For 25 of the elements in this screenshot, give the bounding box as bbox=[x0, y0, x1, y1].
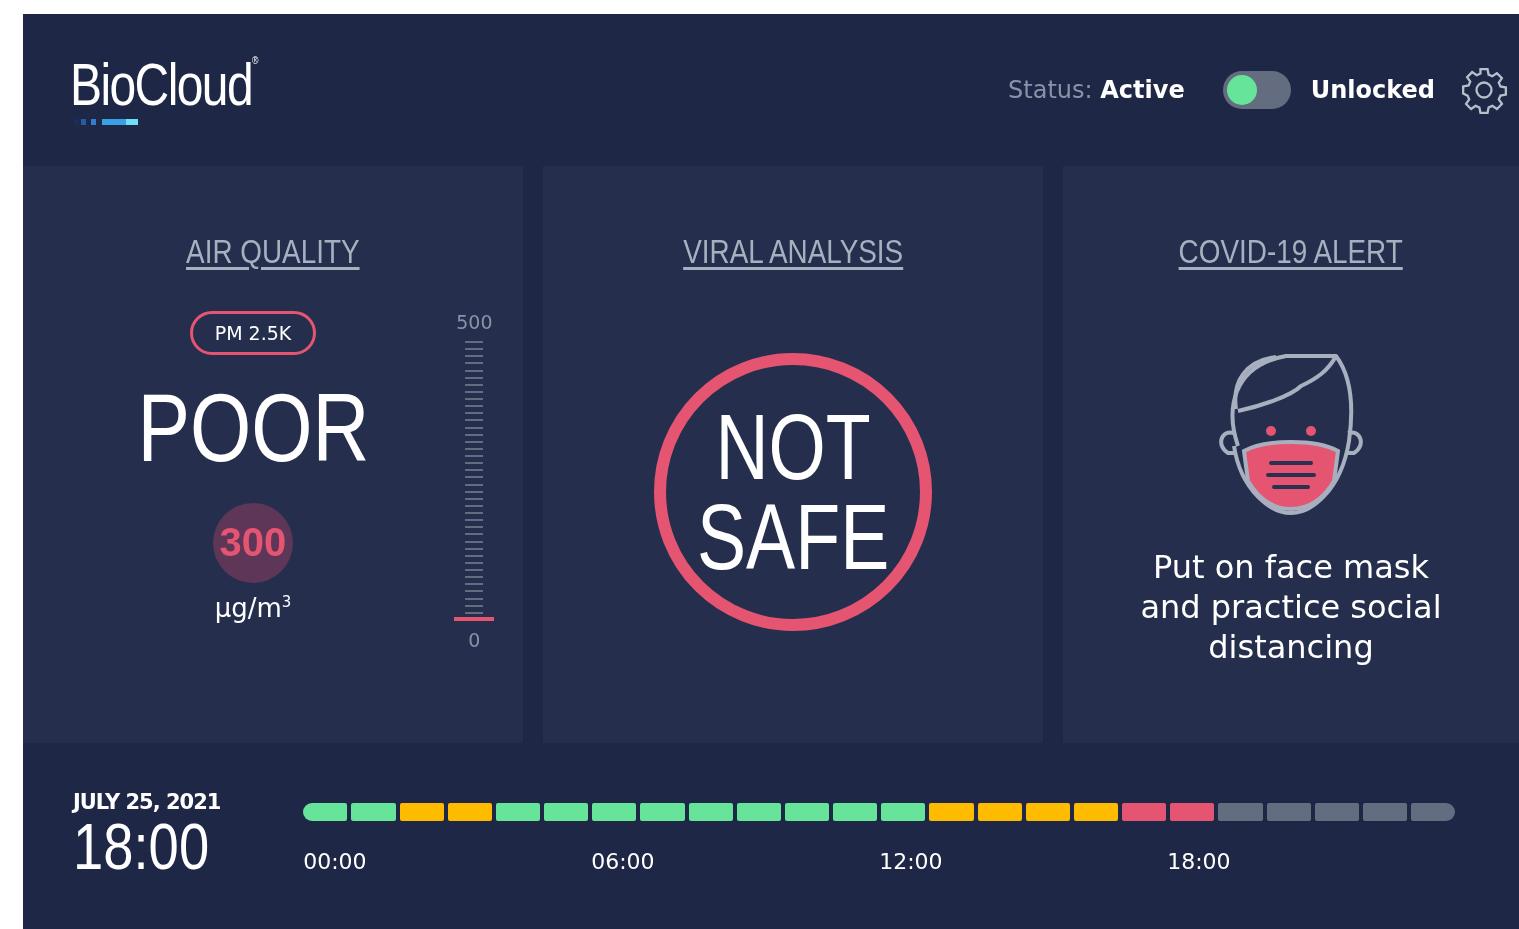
pollutant-pill: PM 2.5K bbox=[189, 311, 317, 355]
date-text: JULY 25, 2021 bbox=[73, 790, 222, 815]
value-badge: 300 bbox=[213, 502, 293, 583]
time-text: 18:00 bbox=[73, 814, 210, 882]
verdict-text: SAFE bbox=[696, 492, 890, 583]
time-tick-label: 00:00 bbox=[303, 849, 368, 876]
logo-text: BioCloud$^{®}$ bbox=[70, 55, 257, 115]
panel-title: COVID-19 ALERT bbox=[1178, 232, 1404, 271]
gauge-min-label: 0 bbox=[468, 629, 481, 651]
gauge-max-label: 500 bbox=[456, 311, 493, 333]
lock-toggle[interactable] bbox=[1222, 71, 1291, 109]
settings-icon[interactable] bbox=[1459, 65, 1509, 115]
time-tick-label: 18:00 bbox=[1167, 849, 1232, 876]
masked-person-icon bbox=[1216, 351, 1366, 517]
lock-state-label: Unlocked bbox=[1310, 76, 1435, 104]
panel-title: VIRAL ANALYSIS bbox=[682, 232, 903, 271]
status-text: Status: Active bbox=[1008, 76, 1185, 104]
verdict-text: NOT bbox=[715, 401, 871, 492]
time-tick-label: 06:00 bbox=[591, 849, 656, 876]
alert-message: Put on face mask and practice social distancing bbox=[1139, 547, 1443, 667]
time-tick-label: 12:00 bbox=[879, 849, 944, 876]
logo-pixel-bar-icon bbox=[74, 119, 138, 125]
unit-text: μg/m$^{3}$ bbox=[214, 592, 292, 623]
panel-title: AIR QUALITY bbox=[186, 232, 360, 271]
rating-text: POOR bbox=[137, 375, 369, 481]
